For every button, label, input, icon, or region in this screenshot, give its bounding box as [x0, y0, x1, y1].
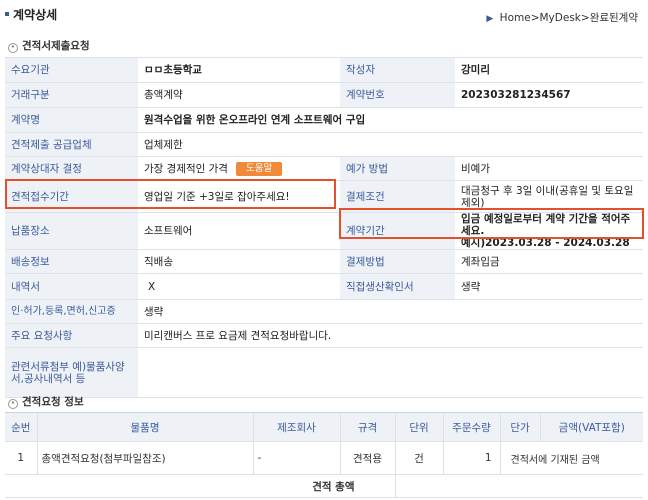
col-header-name: 물품명	[36, 412, 253, 442]
detail-row: 배송정보 직배송 결제방법 계좌입금	[5, 249, 643, 274]
payment-terms-label: 결제조건	[340, 180, 455, 213]
author-value: 강미리	[455, 57, 643, 83]
contract-detail-table: 수요기관 ㅁㅁ초등학교 작성자 강미리 거래구분 총액계약 계약번호 20230…	[5, 57, 643, 398]
price-method-label: 예가 방법	[340, 156, 455, 181]
page-header: 계약상세 ▶ Home>MyDesk>완료된계약	[0, 0, 648, 30]
quote-period-label: 견적접수기간	[5, 180, 138, 213]
total-value	[394, 474, 643, 498]
detail-row: 계약명 원격수업을 위한 온오프라인 연계 소프트웨어 구입	[5, 107, 643, 133]
table-row: 1 총액견적요청(첨부파일참조) - 견적용 건 1 견적서에 기재된 금액	[5, 441, 643, 475]
row-maker: -	[252, 441, 340, 475]
invoice-value: X	[138, 273, 340, 300]
col-header-no: 순번	[5, 412, 37, 442]
col-header-maker: 제조회사	[252, 412, 340, 442]
breadcrumb-separator: >	[580, 12, 590, 24]
detail-row: 내역서 X 직접생산확인서 생략	[5, 273, 643, 300]
contract-period-note: 입금 예정일로부터 계약 기간을 적어주세요.	[461, 213, 631, 237]
title-marker-icon	[5, 12, 9, 16]
breadcrumb-arrow-icon: ▶	[486, 14, 494, 24]
invoice-label: 내역서	[5, 273, 138, 300]
contract-period-label: 계약기간	[340, 212, 455, 250]
trade-type-label: 거래구분	[5, 82, 138, 108]
row-item-name: 총액견적요청(첨부파일참조)	[36, 441, 253, 475]
decision-cell: 가장 경제적인 가격 도움말	[138, 156, 340, 181]
supplier-value: 업체제한	[138, 132, 643, 157]
total-row: 견적 총액	[5, 474, 643, 498]
contract-name-label: 계약명	[5, 107, 138, 133]
demand-org-value: ㅁㅁ초등학교	[138, 57, 340, 83]
docs-label: 관련서류첨부 예)물품사양서,공사내역서 등	[5, 347, 138, 398]
direct-production-value: 생략	[455, 273, 643, 300]
section-title: 견적요청 정보	[22, 396, 84, 408]
detail-row: 납품장소 소프트웨어 계약기간 입금 예정일로부터 계약 기간을 적어주세요. …	[5, 212, 643, 250]
demand-org-label: 수요기관	[5, 57, 138, 83]
shipping-value: 직배송	[138, 249, 340, 274]
detail-row: 견적제출 공급업체 업체제한	[5, 132, 643, 157]
col-header-price: 단가	[499, 412, 540, 442]
payment-terms-value: 대금청구 후 3일 이내(공휴일 및 토요일 제외)	[455, 180, 643, 213]
detail-row: 견적접수기간 영업일 기준 +3일로 잡아주세요! 결제조건 대금청구 후 3일…	[5, 180, 643, 213]
col-header-spec: 규격	[339, 412, 395, 442]
author-label: 작성자	[340, 57, 455, 83]
payment-method-label: 결제방법	[340, 249, 455, 274]
quote-period-value: 영업일 기준 +3일로 잡아주세요!	[138, 180, 340, 213]
contract-period-cell: 입금 예정일로부터 계약 기간을 적어주세요. 예시)2023.03.28 - …	[455, 212, 643, 250]
page-title: 계약상세	[13, 8, 58, 22]
bullet-icon: •	[8, 43, 18, 53]
breadcrumb-mydesk[interactable]: MyDesk	[540, 12, 581, 24]
section-heading-quote-request: • 견적서제출요청	[8, 38, 90, 53]
payment-method-value: 계좌입금	[455, 249, 643, 274]
delivery-place-label: 납품장소	[5, 212, 138, 250]
breadcrumb-home[interactable]: Home	[500, 12, 531, 24]
row-qty: 1	[442, 441, 500, 475]
contract-no-value: 202303281234567	[455, 82, 643, 108]
section-title: 견적서제출요청	[22, 40, 90, 52]
detail-row: 관련서류첨부 예)물품사양서,공사내역서 등	[5, 347, 643, 398]
detail-row: 계약상대자 결정 가장 경제적인 가격 도움말 예가 방법 비예가	[5, 156, 643, 181]
decision-value: 가장 경제적인 가격	[144, 162, 228, 175]
contract-period-example: 예시)2023.03.28 - 2024.03.28	[461, 237, 630, 249]
license-value: 생략	[138, 299, 643, 324]
col-header-amount: 금액(VAT포함)	[539, 412, 643, 442]
breadcrumb-current: 완료된계약	[589, 12, 638, 24]
col-header-qty: 주문수량	[442, 412, 500, 442]
direct-production-label: 직접생산확인서	[340, 273, 455, 300]
items-table: 순번 물품명 제조회사 규격 단위 주문수량 단가 금액(VAT포함) 1 총액…	[5, 412, 643, 498]
row-unit: 건	[394, 441, 443, 475]
price-method-value: 비예가	[455, 156, 643, 181]
col-header-unit: 단위	[394, 412, 443, 442]
delivery-place-value: 소프트웨어	[138, 212, 340, 250]
detail-row: 거래구분 총액계약 계약번호 202303281234567	[5, 82, 643, 108]
request-value: 미리캔버스 프로 요금제 견적요청바랍니다.	[138, 323, 643, 348]
detail-row: 주요 요청사항 미리캔버스 프로 요금제 견적요청바랍니다.	[5, 323, 643, 348]
row-no: 1	[5, 441, 37, 475]
supplier-label: 견적제출 공급업체	[5, 132, 138, 157]
detail-row: 인·허가,등록,면허,신고증 생략	[5, 299, 643, 324]
breadcrumb: ▶ Home>MyDesk>완료된계약	[486, 10, 638, 25]
row-spec: 견적용	[339, 441, 395, 475]
bullet-icon: •	[8, 399, 18, 409]
contract-no-label: 계약번호	[340, 82, 455, 108]
request-label: 주요 요청사항	[5, 323, 138, 348]
breadcrumb-separator: >	[530, 12, 540, 24]
help-button[interactable]: 도움말	[235, 161, 283, 176]
section-heading-quote-info: • 견적요청 정보	[8, 394, 84, 409]
license-label: 인·허가,등록,면허,신고증	[5, 299, 138, 324]
detail-row: 수요기관 ㅁㅁ초등학교 작성자 강미리	[5, 57, 643, 83]
trade-type-value: 총액계약	[138, 82, 340, 108]
row-price-note: 견적서에 기재된 금액	[499, 441, 643, 475]
total-label: 견적 총액	[5, 474, 395, 498]
shipping-label: 배송정보	[5, 249, 138, 274]
contract-name-value: 원격수업을 위한 온오프라인 연계 소프트웨어 구입	[138, 107, 643, 133]
docs-value	[138, 347, 643, 398]
items-header-row: 순번 물품명 제조회사 규격 단위 주문수량 단가 금액(VAT포함)	[5, 412, 643, 442]
decision-label: 계약상대자 결정	[5, 156, 138, 181]
